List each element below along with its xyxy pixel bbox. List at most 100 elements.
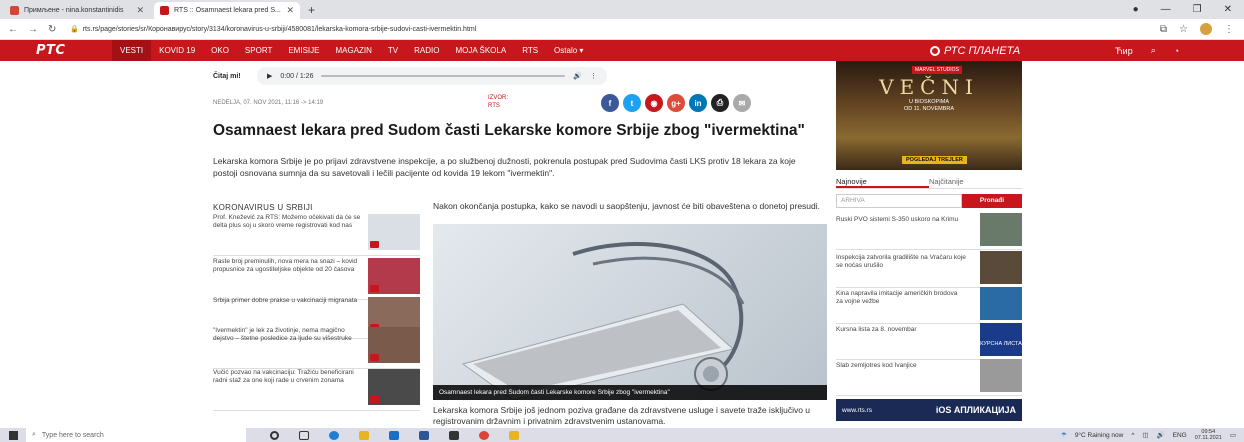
latest-story-text: Ruski PVO sistemi S-350 uskoro na Krimu [836,216,959,223]
file-explorer-icon[interactable] [359,430,369,440]
latest-story[interactable]: Kina napravila imitacije američkih brodo… [836,287,1022,324]
sidebar-story-thumbnail[interactable] [368,327,420,363]
nav-item[interactable]: VESTI [112,40,152,61]
nav-item[interactable]: EMISIJE [280,40,327,61]
maximize-icon[interactable]: ❐ [1193,4,1202,15]
latest-story-thumbnail[interactable] [980,213,1022,246]
latest-story[interactable]: Inspekcija zatvorila gradilište na Vrača… [836,251,1022,288]
ad-line-2: OD 11. NOVEMBRA [903,105,955,112]
latest-story[interactable]: Kursna lista za 8. novembar КУРСНА ЛИСТА [836,323,1022,360]
nav-item[interactable]: MAGAZIN [327,40,379,61]
url-field[interactable]: 🔒 rts.rs/page/stories/sr/Коронавирус/sto… [70,25,1160,34]
photos-icon[interactable] [509,430,519,440]
nav-item[interactable]: Ostalo ▾ [546,40,591,61]
latest-story-thumbnail[interactable] [980,287,1022,320]
close-icon[interactable]: ✕ [136,5,144,16]
volume-icon[interactable]: 🔊 [573,72,582,80]
sidebar-story[interactable]: "Ivermektin" je lek za životinje, nema m… [213,327,420,369]
task-view-icon[interactable] [299,430,309,440]
reload-icon[interactable]: ↻ [48,24,56,35]
edge-icon[interactable] [329,430,339,440]
nav-item[interactable]: KOVID 19 [151,40,203,61]
menu-icon[interactable]: ⋮ [1224,24,1234,35]
play-icon[interactable]: ▶ [267,72,272,80]
share-button[interactable]: in [689,94,707,112]
close-window-icon[interactable]: ✕ [1224,4,1232,15]
ad-trailer-button[interactable]: POGLEDAJ TREJLER [902,156,967,164]
sidebar-story[interactable]: Prof. Knežević za RTS: Možemo očekivati … [213,214,420,256]
tray-chevron-icon[interactable]: ^ [1131,432,1134,439]
windows-taskbar: ⌕ Type here to search ☂ 9°C Raining now … [0,428,1244,442]
search-icon[interactable]: ⌕ [1151,45,1156,56]
app-ad-banner[interactable]: www.rts.rs iOS АПЛИКАЦИЈА [836,399,1022,421]
article-photo[interactable] [433,224,827,400]
notifications-icon[interactable]: ▭ [1230,431,1236,439]
latest-story-thumbnail[interactable] [980,359,1022,392]
news-tabs: Najnovije Najčitanije [836,176,1022,189]
tab-most-read[interactable]: Najčitanije [929,176,1022,188]
audio-progress[interactable] [321,75,566,77]
sidebar-story[interactable]: Raste broj preminulih, nova mera na snaz… [213,258,420,300]
planeta-link[interactable]: РТС ПЛАНЕТА [930,40,1020,61]
sidebar-heading[interactable]: KORONAVIRUS U SRBIJI [213,203,420,212]
latest-story[interactable]: Ruski PVO sistemi S-350 uskoro na Krimu [836,213,1022,250]
stethoscope-phone-image [461,242,745,400]
rss-icon[interactable]: ◔ [1174,46,1179,56]
rts-logo[interactable]: РТС [36,43,98,58]
share-button[interactable]: g+ [667,94,685,112]
audio-menu-icon[interactable]: ⋮ [590,72,597,80]
sidebar-story[interactable]: Vučić pozvao na vakcinaciju: Tražiću ben… [213,369,420,411]
script-toggle[interactable]: Ћир [1115,46,1133,56]
nav-item[interactable]: TV [380,40,406,61]
share-button[interactable]: ✉ [733,94,751,112]
share-button[interactable]: f [601,94,619,112]
video-camera-icon [370,241,379,248]
mail-icon[interactable] [389,430,399,440]
latest-story[interactable]: Slab zemljotres kod Ivanjice [836,359,1022,396]
tab-newest[interactable]: Najnovije [836,176,929,188]
volume-icon[interactable]: 🔊 [1157,431,1165,439]
star-icon[interactable]: ☆ [1179,24,1188,35]
nav-item[interactable]: MOJA ŠKOLA [448,40,515,61]
network-icon[interactable]: ◫ [1142,431,1148,439]
chrome-icon[interactable] [479,430,489,440]
site-nav: РТС VESTI KOVID 19 OKO SPORT EMISIJE MAGAZIN T… [0,40,1244,61]
nav-item[interactable]: OKO [203,40,237,61]
sidebar-story-thumbnail[interactable] [368,258,420,294]
lang-label[interactable]: ENG [1173,432,1187,439]
minimize-icon[interactable]: — [1161,4,1171,15]
browser-tab-rts[interactable]: RTS :: Osamnaest lekara pred S... ✕ [154,2,300,19]
close-icon[interactable]: ✕ [286,5,294,16]
translate-icon[interactable]: ⧉ [1160,24,1167,35]
share-button[interactable]: ◉ [645,94,663,112]
nav-item[interactable]: RTS [514,40,546,61]
back-icon[interactable]: ← [8,24,18,35]
nav-item[interactable]: RADIO [406,40,447,61]
clock[interactable]: 09:54 07.11.2021 [1195,429,1222,441]
latest-story-thumbnail[interactable]: КУРСНА ЛИСТА [980,323,1022,356]
share-button[interactable]: ⎙ [711,94,729,112]
taskbar-search[interactable]: ⌕ Type here to search [26,428,246,442]
weather-text[interactable]: 9°C Raining now [1075,432,1124,439]
nav-item[interactable]: SPORT [237,40,280,61]
forward-icon[interactable]: → [28,24,38,35]
audio-player[interactable]: ▶ 0:00 / 1:26 🔊 ⋮ [257,67,607,85]
share-button[interactable]: t [623,94,641,112]
avatar[interactable] [1200,23,1212,35]
browser-tab-gmail[interactable]: Примљене - nina.konstantinidis ✕ [4,2,150,19]
movie-ad-banner[interactable]: MARVEL STUDIOS VEČNI U BIOSKOPIMA OD 11.… [836,61,1022,170]
archive-input[interactable]: ARHIVA [836,194,962,208]
word-icon[interactable] [419,430,429,440]
new-tab-button[interactable]: + [308,2,315,19]
archive-search-button[interactable]: Pronađi [962,194,1022,208]
clock-date: 07.11.2021 [1194,435,1222,441]
article-lead: Lekarska komora Srbije je po prijavi zdr… [213,156,796,178]
cortana-icon[interactable] [270,430,279,440]
profile-icon[interactable]: ● [1133,4,1139,15]
sidebar-story-thumbnail[interactable] [368,214,420,250]
article-meta: NEDELJA, 07. NOV 2021, 11:16 -> 14:19 IZ… [213,94,827,114]
latest-story-thumbnail[interactable] [980,251,1022,284]
windows-start-button[interactable] [0,430,26,440]
store-icon[interactable] [449,430,459,440]
sidebar-story-thumbnail[interactable] [368,369,420,405]
